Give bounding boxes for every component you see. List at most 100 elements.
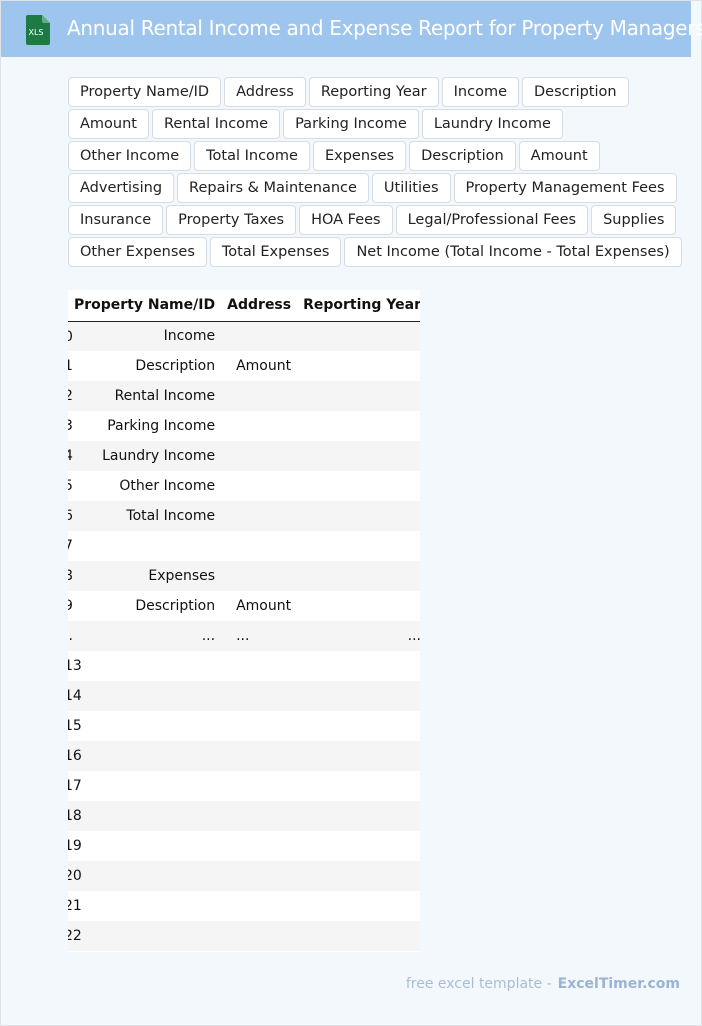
table-cell [297,831,420,861]
row-index: 19 [68,838,82,854]
table-cell [297,321,420,351]
column-header: Address [221,290,298,322]
table-cell [297,501,420,531]
table-cell: Laundry Income [102,448,216,464]
field-chip[interactable]: Description [409,141,516,171]
table-row: 13 [68,651,420,681]
table-cell: Rental Income [114,388,216,404]
field-chip[interactable]: Reporting Year [308,77,439,107]
table-cell [221,411,297,441]
row-index: 18 [68,808,82,824]
table-cell: Parking Income [107,418,216,434]
table-cell [221,921,297,951]
table-row: 9 Description Amount [68,591,420,621]
field-chip[interactable]: Income [441,77,519,107]
data-table: Property Name/IDAddressReporting Year0 0… [68,290,420,951]
table-row: 20 [68,861,420,891]
table-cell [297,351,420,381]
row-index: 2 [68,388,73,404]
table-cell [68,741,221,771]
table-header-row: Property Name/IDAddressReporting Year0 [68,290,420,322]
field-chip[interactable]: Other Expenses [68,237,207,267]
field-chip[interactable]: HOA Fees [299,205,393,235]
field-chip[interactable]: Amount [68,109,149,139]
table-row: 5 Other Income [68,471,420,501]
field-chip[interactable]: Total Income [194,141,310,171]
row-index: 9 [68,598,73,614]
table-cell [221,801,297,831]
header-bar: XLS Annual Rental Income and Expense Rep… [1,1,702,57]
field-chip[interactable]: Parking Income [283,109,419,139]
field-chip[interactable]: Utilities [371,173,451,203]
row-index: 16 [68,748,82,764]
table-cell: Expenses [148,568,216,584]
field-chip[interactable]: Rental Income [151,109,281,139]
field-chip[interactable]: Property Management Fees [453,173,677,203]
table-cell: Amount [236,358,292,374]
table-cell [221,681,297,711]
svg-text:XLS: XLS [28,28,43,37]
table-cell [68,531,221,561]
field-chip[interactable]: Legal/Professional Fees [395,205,589,235]
row-index: 20 [68,868,82,884]
field-chip[interactable]: Net Income (Total Income - Total Expense… [344,237,682,267]
field-chip[interactable]: Property Taxes [166,205,297,235]
table-cell [221,321,297,351]
table-cell [297,441,420,471]
table-row: 1 Description Amount [68,351,420,381]
table-row: 19 [68,831,420,861]
field-chip[interactable]: Total Expenses [209,237,342,267]
table-row: 4 Laundry Income [68,441,420,471]
table-cell [297,801,420,831]
table-cell [297,651,420,681]
table-cell [297,681,420,711]
table-cell [221,471,297,501]
field-chip[interactable]: Supplies [591,205,677,235]
field-chip[interactable]: Insurance [68,205,164,235]
table-cell: ... [236,628,250,644]
field-chip[interactable]: Repairs & Maintenance [177,173,369,203]
table-row: 16 [68,741,420,771]
table-cell: ... [201,628,216,644]
table-cell [297,381,420,411]
table-cell [221,711,297,741]
row-index: 15 [68,718,82,734]
table-cell [297,711,420,741]
table-row: 8 Expenses [68,561,420,591]
xls-file-icon: XLS [26,15,50,45]
field-chip-list: Property Name/ID Address Reporting Year Inc… [68,77,688,267]
field-chip[interactable]: Advertising [68,173,175,203]
table-row: 3 Parking Income [68,411,420,441]
column-header: Reporting Year [297,290,420,322]
table-row: 22 [68,921,420,951]
footer-brand-link[interactable]: ExcelTimer.com [558,976,680,992]
row-index: 13 [68,658,82,674]
table-cell: Description [135,598,216,614]
table-cell [297,921,420,951]
table-cell [221,531,297,561]
table-row: 7 [68,531,420,561]
table-row: 17 [68,771,420,801]
row-index: 22 [68,928,82,944]
table-cell: Description [135,358,216,374]
table-cell [297,891,420,921]
field-chip[interactable]: Address [224,77,306,107]
table-cell [68,921,221,951]
field-chip[interactable]: Amount [518,141,600,171]
table-body: 0 Income 1 Description Amount 2 Rental Income 3… [68,321,420,951]
table-cell [221,741,297,771]
table-cell [221,501,297,531]
table-row: 0 Income [68,321,420,351]
field-chip[interactable]: Other Income [68,141,192,171]
field-chip[interactable]: Description [522,77,629,107]
row-index: .. [68,628,73,644]
row-index: 1 [68,358,73,374]
row-index: 7 [68,538,73,554]
page-title: Annual Rental Income and Expense Report … [67,16,702,40]
table-row: 18 [68,801,420,831]
table-cell [221,861,297,891]
field-chip[interactable]: Laundry Income [421,109,563,139]
field-chip[interactable]: Property Name/ID [68,77,222,107]
table-cell [68,711,221,741]
field-chip[interactable]: Expenses [312,141,407,171]
